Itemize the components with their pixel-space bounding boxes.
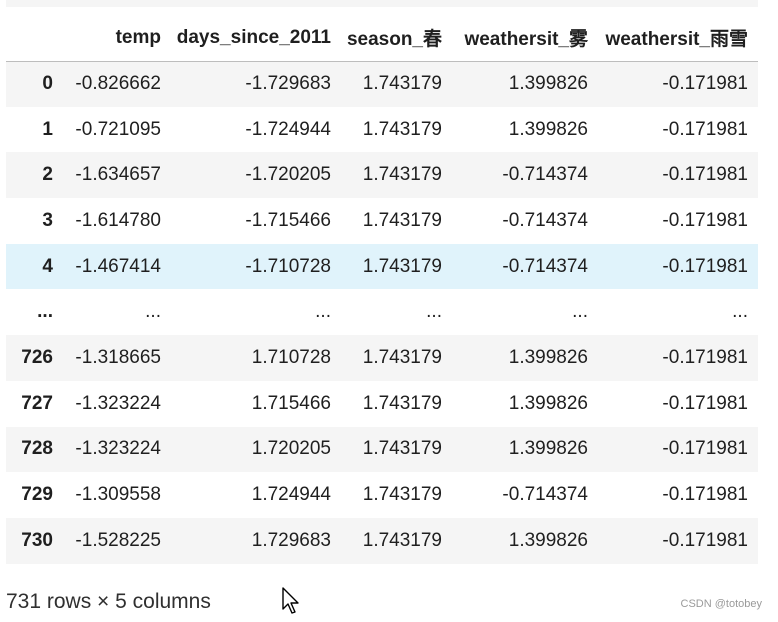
watermark: CSDN @totobey <box>680 598 762 610</box>
table-cell: -0.714374 <box>502 209 588 231</box>
table-cell: 1.743179 <box>362 346 442 368</box>
table-cell: ... <box>315 301 331 323</box>
table-cell: 1.743179 <box>362 164 442 186</box>
table-cell: -0.171981 <box>662 73 748 95</box>
table-row: 728 -1.323224 1.720205 1.743179 1.399826… <box>6 426 758 473</box>
table-cell: ... <box>572 301 588 323</box>
table-row-ellipsis: ... ... ... ... ... ... <box>6 289 758 336</box>
table-row: 2 -1.634657 -1.720205 1.743179 -0.714374… <box>6 152 758 199</box>
table-cell: -1.720205 <box>245 164 331 186</box>
table-cell: -1.729683 <box>245 73 331 95</box>
previous-output-strip <box>6 0 758 7</box>
header-row: temp days_since_2011 season_春 weathersit… <box>6 15 758 62</box>
table-cell: 1.720205 <box>251 438 331 460</box>
column-header-temp: temp <box>63 15 171 62</box>
table-cell: ... <box>426 301 442 323</box>
row-index: 4 <box>42 255 53 277</box>
table-cell: -0.171981 <box>662 529 748 551</box>
table-cell: -1.715466 <box>245 209 331 231</box>
table-cell: -0.171981 <box>662 209 748 231</box>
table-cell: ... <box>732 301 748 323</box>
row-index: 3 <box>42 209 53 231</box>
column-header-days-since-2011: days_since_2011 <box>171 15 341 62</box>
table-cell: -0.714374 <box>502 164 588 186</box>
index-header <box>6 15 63 62</box>
table-cell: 1.743179 <box>362 438 442 460</box>
table-cell: -0.714374 <box>502 255 588 277</box>
table-cell: 1.743179 <box>362 73 442 95</box>
table-cell: -0.171981 <box>662 438 748 460</box>
row-index: 1 <box>42 118 53 140</box>
table-cell: -1.528225 <box>75 529 161 551</box>
table-cell: 1.399826 <box>508 438 588 460</box>
table-cell: 1.743179 <box>362 255 442 277</box>
row-index: 2 <box>42 164 53 186</box>
table-cell: 1.743179 <box>362 484 442 506</box>
table-row: 727 -1.323224 1.715466 1.743179 1.399826… <box>6 380 758 427</box>
table-cell: 1.399826 <box>508 392 588 414</box>
table-cell: -0.714374 <box>502 484 588 506</box>
table-cell: -0.171981 <box>662 255 748 277</box>
table-row: 0 -0.826662 -1.729683 1.743179 1.399826 … <box>6 61 758 107</box>
table-cell: 1.743179 <box>362 529 442 551</box>
table-cell: -0.721095 <box>75 118 161 140</box>
row-index: 730 <box>21 529 53 551</box>
row-index: ... <box>37 301 53 323</box>
table-cell: -1.710728 <box>245 255 331 277</box>
table-cell: -1.634657 <box>75 164 161 186</box>
row-index: 727 <box>21 392 53 414</box>
table-cell: 1.399826 <box>508 118 588 140</box>
table-cell: 1.399826 <box>508 529 588 551</box>
row-index: 728 <box>21 438 53 460</box>
table-cell: 1.743179 <box>362 118 442 140</box>
table-cell: 1.743179 <box>362 392 442 414</box>
table-cell: 1.715466 <box>251 392 331 414</box>
column-header-weathersit-rain-snow: weathersit_雨雪 <box>598 15 758 62</box>
table-cell: -0.171981 <box>662 164 748 186</box>
table-cell: -0.171981 <box>662 118 748 140</box>
dataframe-table: temp days_since_2011 season_春 weathersit… <box>6 15 758 564</box>
table-cell: -0.171981 <box>662 484 748 506</box>
table-cell: -1.323224 <box>75 392 161 414</box>
table-cell: 1.399826 <box>508 73 588 95</box>
table-cell: -1.614780 <box>75 209 161 231</box>
table-row: 729 -1.309558 1.724944 1.743179 -0.71437… <box>6 472 758 518</box>
table-cell: 1.729683 <box>251 529 331 551</box>
table-row-highlighted: 4 -1.467414 -1.710728 1.743179 -0.714374… <box>6 243 758 290</box>
table-cell: ... <box>145 301 161 323</box>
table-cell: -0.171981 <box>662 346 748 368</box>
row-index: 0 <box>42 73 53 95</box>
table-row: 1 -0.721095 -1.724944 1.743179 1.399826 … <box>6 106 758 153</box>
table-cell: 1.724944 <box>251 484 331 506</box>
table-cell: -0.171981 <box>662 392 748 414</box>
table-cell: 1.710728 <box>251 346 331 368</box>
table-cell: -1.309558 <box>75 484 161 506</box>
column-header-weathersit-fog: weathersit_雾 <box>452 15 598 62</box>
table-cell: 1.399826 <box>508 346 588 368</box>
row-column-summary: 731 rows × 5 columns <box>6 590 211 613</box>
table-cell: -0.826662 <box>75 73 161 95</box>
table-cell: -1.724944 <box>245 118 331 140</box>
table-cell: -1.318665 <box>75 346 161 368</box>
row-index: 726 <box>21 346 53 368</box>
table-row: 726 -1.318665 1.710728 1.743179 1.399826… <box>6 335 758 381</box>
column-header-season: season_春 <box>341 15 452 62</box>
table-row: 730 -1.528225 1.729683 1.743179 1.399826… <box>6 517 758 564</box>
table-cell: 1.743179 <box>362 209 442 231</box>
table-cell: -1.467414 <box>75 255 161 277</box>
notebook-output: temp days_since_2011 season_春 weathersit… <box>0 0 778 622</box>
row-index: 729 <box>21 484 53 506</box>
table-cell: -1.323224 <box>75 438 161 460</box>
table-row: 3 -1.614780 -1.715466 1.743179 -0.714374… <box>6 198 758 244</box>
mouse-pointer-icon <box>282 587 299 614</box>
